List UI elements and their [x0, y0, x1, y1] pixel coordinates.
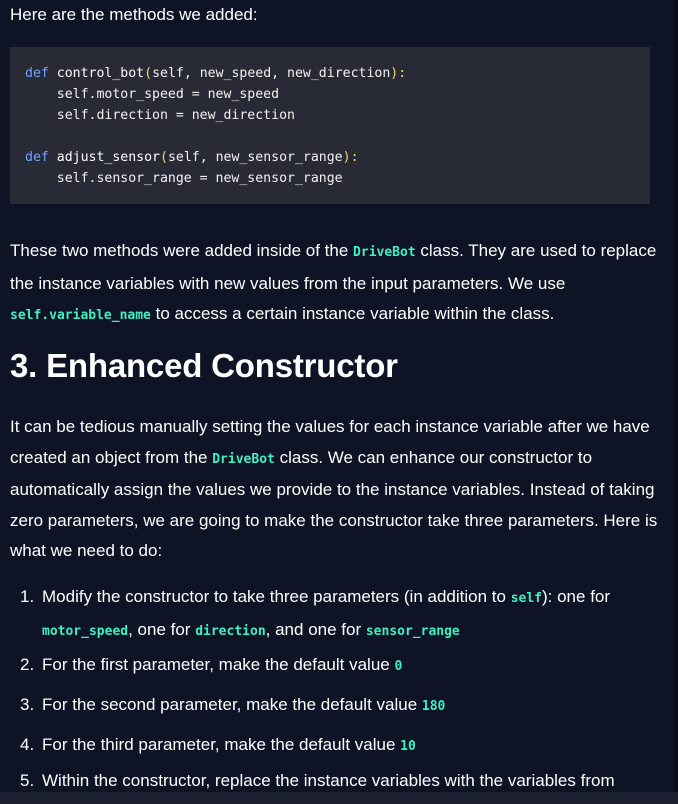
inline-code: 10	[400, 739, 416, 754]
code-block: def control_bot(self, new_speed, new_dir…	[10, 47, 650, 204]
text: These two methods were added inside of t…	[10, 241, 354, 260]
list-number: 1.	[20, 587, 35, 606]
intro-text: Here are the methods we added:	[10, 5, 258, 24]
text: ): one for	[542, 587, 611, 606]
code-line-5: def adjust_sensor(self, new_sensor_range…	[25, 147, 650, 168]
inline-code: self	[510, 591, 542, 606]
code-paren: ):	[390, 66, 407, 81]
text: For the first parameter, make the defaul…	[42, 655, 395, 674]
inline-code: 0	[394, 659, 403, 674]
text: , and one for	[265, 619, 366, 639]
text: to access a certain instance variable wi…	[150, 304, 555, 323]
inline-code: sensor_range	[365, 623, 460, 639]
code-paren: (	[144, 66, 153, 81]
inline-code: 180	[421, 699, 446, 714]
list-item-text: For the second parameter, make the defau…	[42, 690, 660, 723]
code-line-3: self.direction = new_direction	[25, 108, 295, 123]
section-heading: 3. Enhanced Constructor	[10, 347, 398, 384]
constructor-explanation: It can be tedious manually setting the v…	[10, 412, 665, 567]
list-number: 4.	[20, 735, 35, 754]
list-number: 2.	[20, 655, 35, 674]
inline-code: motor_speed	[42, 623, 129, 639]
inline-code: self.variable_name	[10, 308, 151, 323]
code-params: self, new_speed, new_direction	[152, 66, 391, 81]
methods-explanation: These two methods were added inside of t…	[10, 236, 665, 332]
scroll-edge	[674, 0, 678, 804]
list-item-text: For the third parameter, make the defaul…	[42, 730, 660, 763]
code-line-2: self.motor_speed = new_speed	[25, 87, 280, 102]
code-params: self, new_sensor_range	[167, 150, 343, 165]
code-function-name: control_bot	[56, 66, 145, 81]
code-function-name: adjust_sensor	[56, 150, 160, 165]
code-paren: (	[160, 150, 168, 165]
inline-code: direction	[195, 623, 266, 639]
code-line-1: def control_bot(self, new_speed, new_dir…	[25, 63, 650, 84]
list-item-text: For the first parameter, make the defaul…	[42, 650, 660, 683]
inline-code: DriveBot	[353, 245, 416, 260]
text: , one for	[128, 619, 196, 639]
list-item-text: Modify the constructor to take three par…	[42, 582, 660, 647]
inline-code: DriveBot	[212, 451, 275, 467]
text: For the second parameter, make the defau…	[42, 695, 422, 714]
code-paren: ):	[342, 150, 359, 165]
list-number: 3.	[20, 695, 35, 714]
code-keyword: def	[25, 150, 49, 165]
code-keyword: def	[25, 66, 49, 81]
text: For the third parameter, make the defaul…	[42, 735, 401, 754]
text: Modify the constructor to take three par…	[42, 587, 511, 606]
code-line-6: self.sensor_range = new_sensor_range	[25, 171, 343, 186]
bottom-bar	[0, 792, 678, 804]
